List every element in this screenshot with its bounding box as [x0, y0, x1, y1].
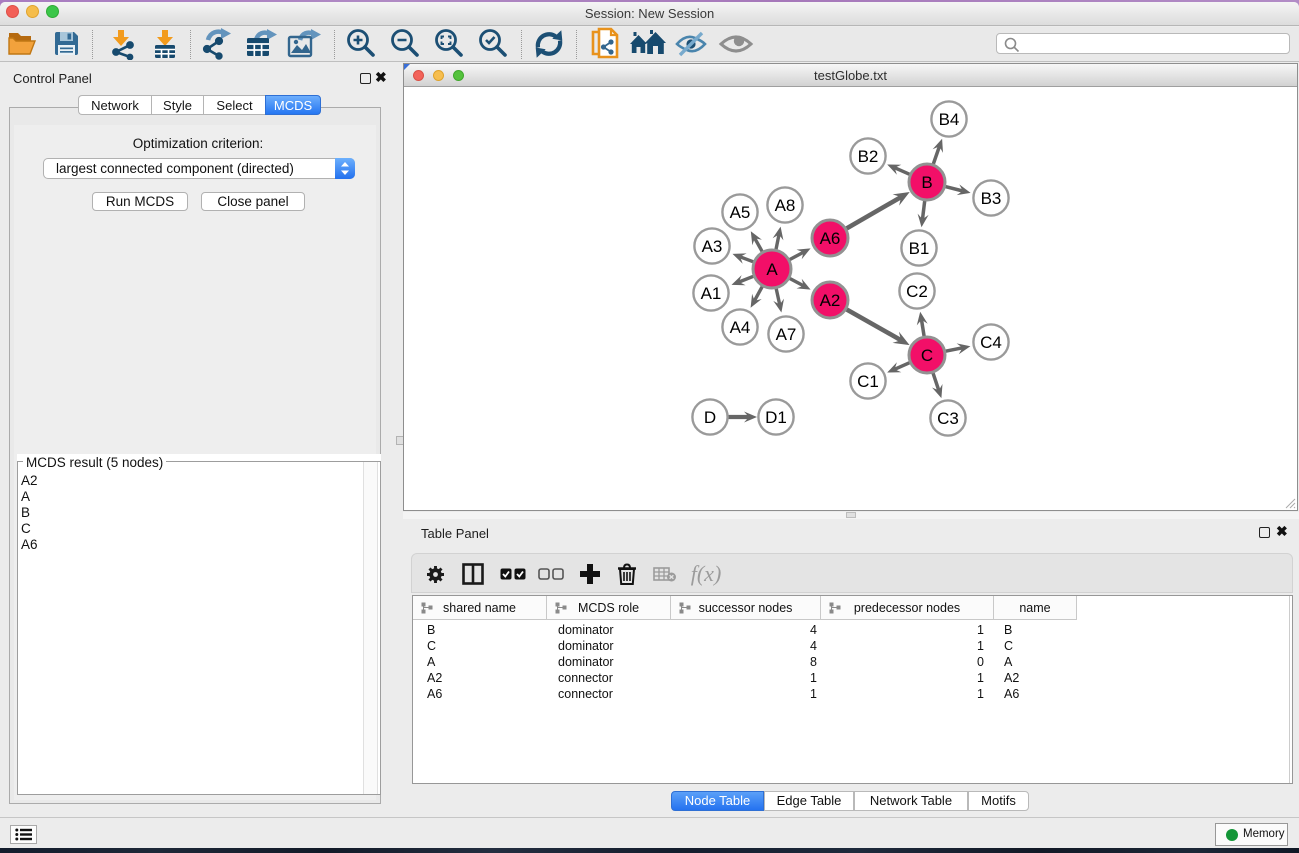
- svg-text:C2: C2: [906, 282, 928, 301]
- svg-text:A: A: [766, 260, 778, 279]
- svg-text:A4: A4: [730, 318, 751, 337]
- svg-text:C: C: [921, 346, 933, 365]
- svg-text:B2: B2: [858, 147, 879, 166]
- svg-text:B3: B3: [981, 189, 1002, 208]
- svg-text:A1: A1: [701, 284, 722, 303]
- svg-text:A3: A3: [702, 237, 723, 256]
- svg-text:A8: A8: [775, 196, 796, 215]
- svg-text:A7: A7: [776, 325, 797, 344]
- svg-text:A6: A6: [820, 229, 841, 248]
- svg-text:B: B: [921, 173, 932, 192]
- svg-text:B1: B1: [909, 239, 930, 258]
- svg-text:C1: C1: [857, 372, 879, 391]
- svg-text:C3: C3: [937, 409, 959, 428]
- svg-text:B4: B4: [939, 110, 960, 129]
- svg-text:C4: C4: [980, 333, 1002, 352]
- svg-text:A2: A2: [820, 291, 841, 310]
- svg-text:D: D: [704, 408, 716, 427]
- svg-text:D1: D1: [765, 408, 787, 427]
- svg-text:A5: A5: [730, 203, 751, 222]
